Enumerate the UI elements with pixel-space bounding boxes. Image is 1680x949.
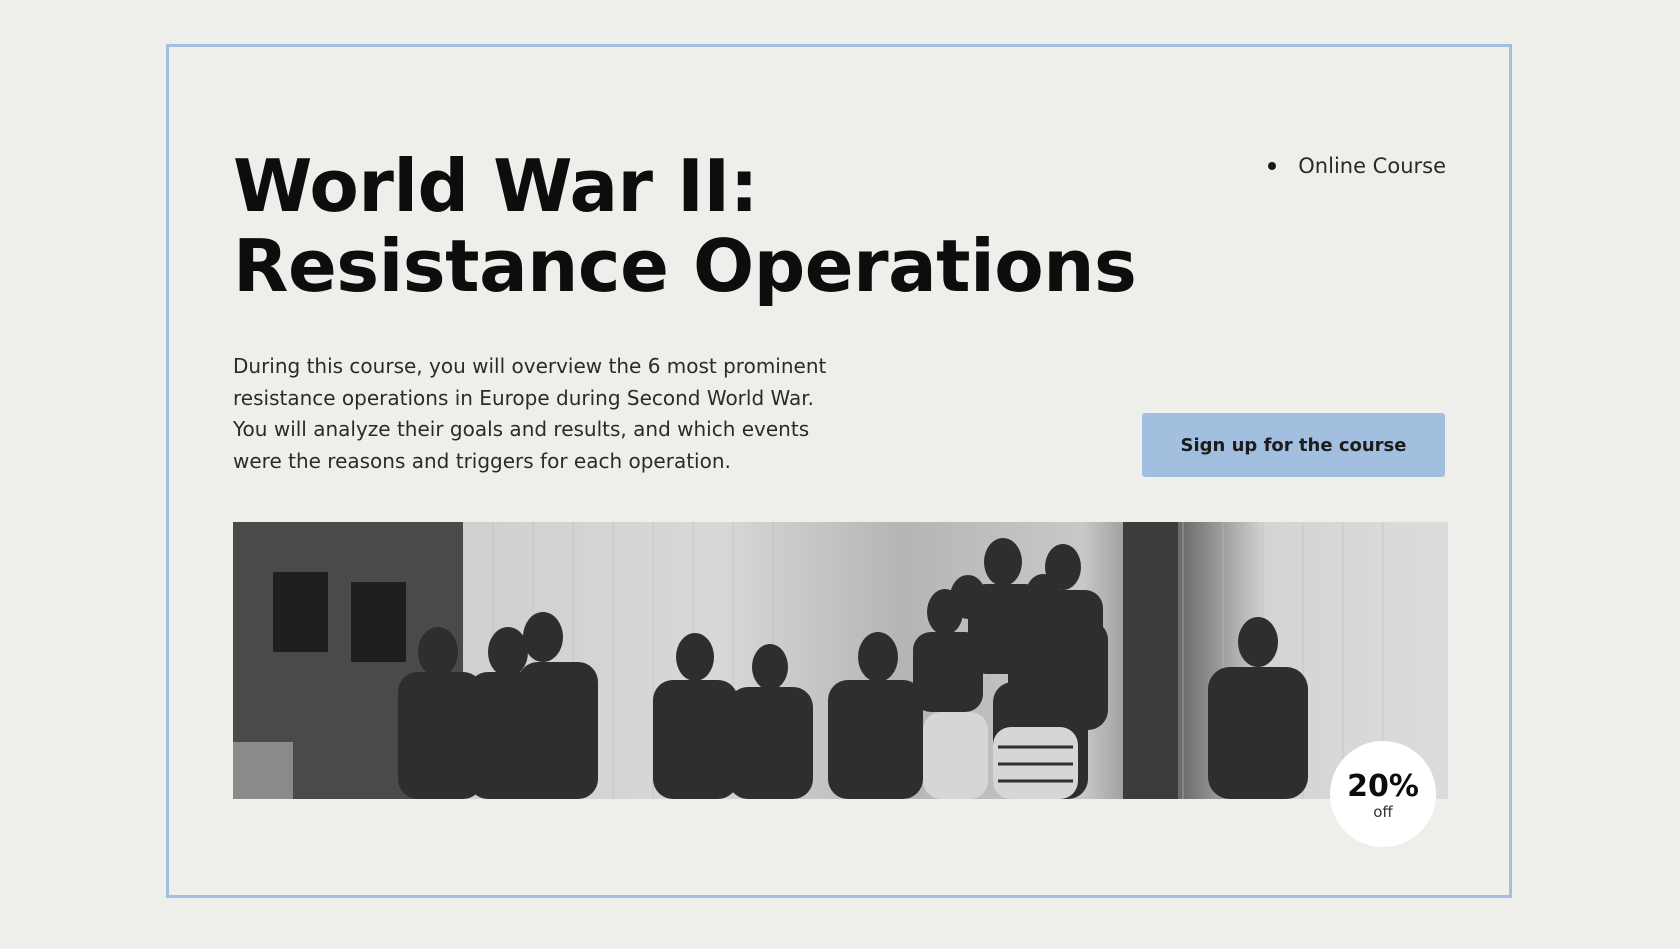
doorway	[1123, 522, 1178, 799]
sign-up-button[interactable]: Sign up for the course	[1142, 413, 1445, 477]
barrack-window	[351, 582, 406, 662]
course-photo	[233, 522, 1448, 799]
discount-label: off	[1373, 803, 1393, 821]
discount-percent: 20%	[1347, 769, 1419, 804]
course-description: During this course, you will overview th…	[233, 354, 827, 473]
course-type-label: Online Course	[1298, 154, 1446, 178]
course-title-line-1: World War II:	[233, 144, 759, 228]
course-title: World War II: Resistance Operations	[233, 144, 1137, 308]
barrack-window	[273, 572, 328, 652]
group-photo-illustration	[233, 522, 1384, 799]
bullet-icon	[1268, 162, 1277, 170]
course-title-line-2: Resistance Operations	[233, 224, 1137, 308]
wood-stack	[233, 742, 293, 799]
course-type-tag: Online Course	[1268, 154, 1446, 178]
discount-badge: 20% off	[1330, 741, 1436, 847]
